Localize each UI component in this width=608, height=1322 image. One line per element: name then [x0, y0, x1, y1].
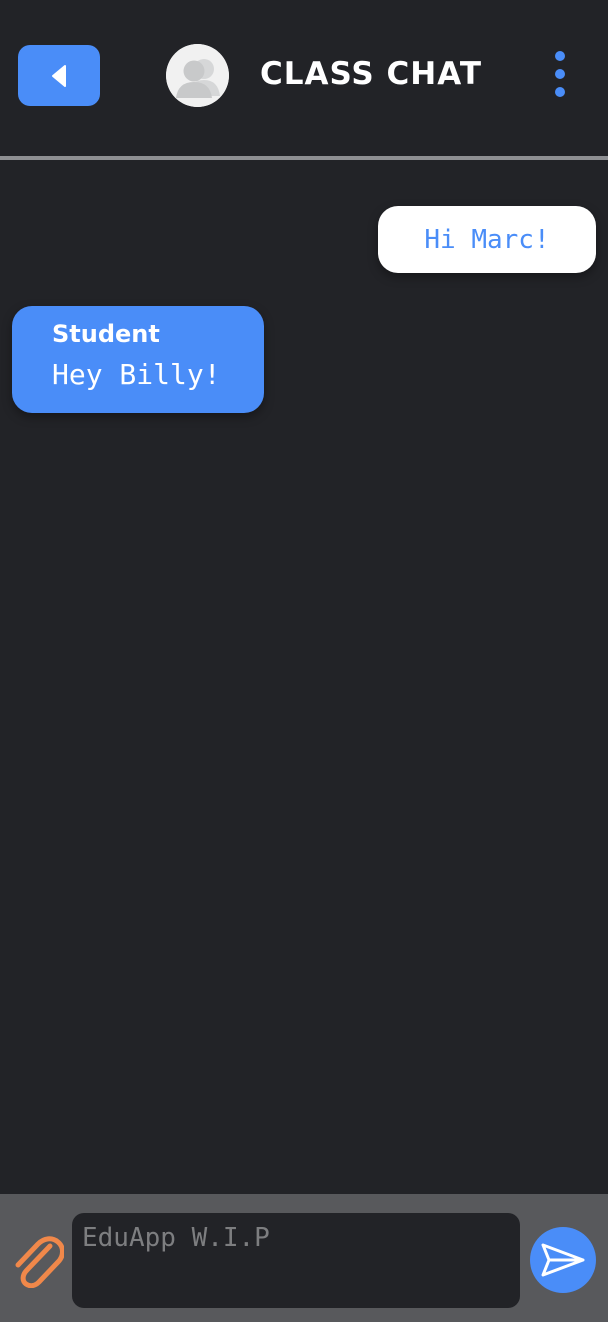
incoming-message-bubble[interactable]: Student Hey Billy!	[12, 306, 264, 413]
chat-screen: CLASS CHAT Hi Marc! Student Hey Billy!	[0, 0, 608, 1322]
paperclip-icon	[15, 1236, 65, 1289]
kebab-menu-icon-dot	[555, 69, 565, 79]
kebab-menu-icon	[555, 51, 565, 61]
back-triangle-icon	[52, 64, 66, 87]
message-input[interactable]	[72, 1213, 520, 1308]
page-title: CLASS CHAT	[260, 56, 482, 92]
send-button[interactable]	[530, 1227, 596, 1293]
message-sender: Student	[52, 320, 160, 348]
header-divider	[0, 156, 608, 160]
kebab-menu-icon-dot	[555, 87, 565, 97]
send-icon	[541, 1243, 585, 1277]
group-avatar	[166, 44, 229, 107]
attach-button[interactable]	[10, 1230, 65, 1289]
back-button[interactable]	[18, 45, 100, 106]
more-options-button[interactable]	[546, 46, 574, 102]
group-avatar-icon	[166, 44, 229, 107]
chat-header: CLASS CHAT	[0, 0, 608, 158]
message-text: Hi Marc!	[424, 224, 550, 255]
outgoing-message-bubble[interactable]: Hi Marc!	[378, 206, 596, 273]
message-text: Hey Billy!	[52, 358, 221, 391]
